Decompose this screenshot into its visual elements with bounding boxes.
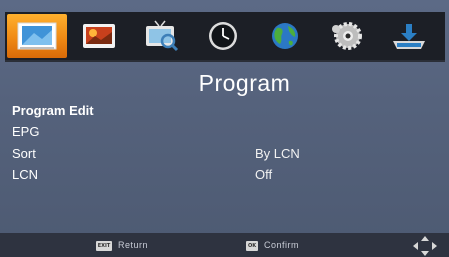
tab-picture[interactable] [7,14,67,58]
tab-photo[interactable] [69,14,129,58]
gear-icon [332,22,362,50]
menu-item-label: Program Edit [12,103,94,118]
confirm-hint: Confirm [264,240,300,250]
menu-item-value: By LCN [255,146,300,161]
menu-item-program-edit[interactable]: Program Edit [12,103,432,123]
menu-item-label: EPG [12,124,40,139]
photo-icon [83,24,115,48]
clock-icon [209,22,237,50]
ok-key-badge: OK [246,241,258,251]
tab-time[interactable] [193,14,253,58]
menu-tab-bar [5,12,445,62]
tab-language[interactable] [255,14,315,58]
menu-item-lcn[interactable]: LCN Off [12,167,432,187]
tab-channel-search[interactable] [131,14,191,58]
menu-item-epg[interactable]: EPG [12,124,432,144]
tv-search-icon [146,20,179,52]
menu-item-label: Sort [12,146,36,161]
menu-item-value: Off [255,167,273,182]
tv-menu-screen: Program Program Edit EPG Sort By LCN LCN… [0,0,449,257]
menu-item-label: LCN [12,167,39,182]
globe-icon [272,23,298,49]
footer-hint-bar: EXIT Return OK Confirm [0,233,449,257]
navigation-arrows-icon [413,236,437,256]
return-hint: Return [118,240,149,250]
exit-key-badge: EXIT [96,241,112,251]
tab-system[interactable] [317,14,377,58]
page-title: Program [198,70,291,96]
picture-icon [17,22,57,50]
menu-item-sort[interactable]: Sort By LCN [12,146,432,166]
tab-usb[interactable] [379,14,439,58]
usb-download-icon [393,24,425,49]
